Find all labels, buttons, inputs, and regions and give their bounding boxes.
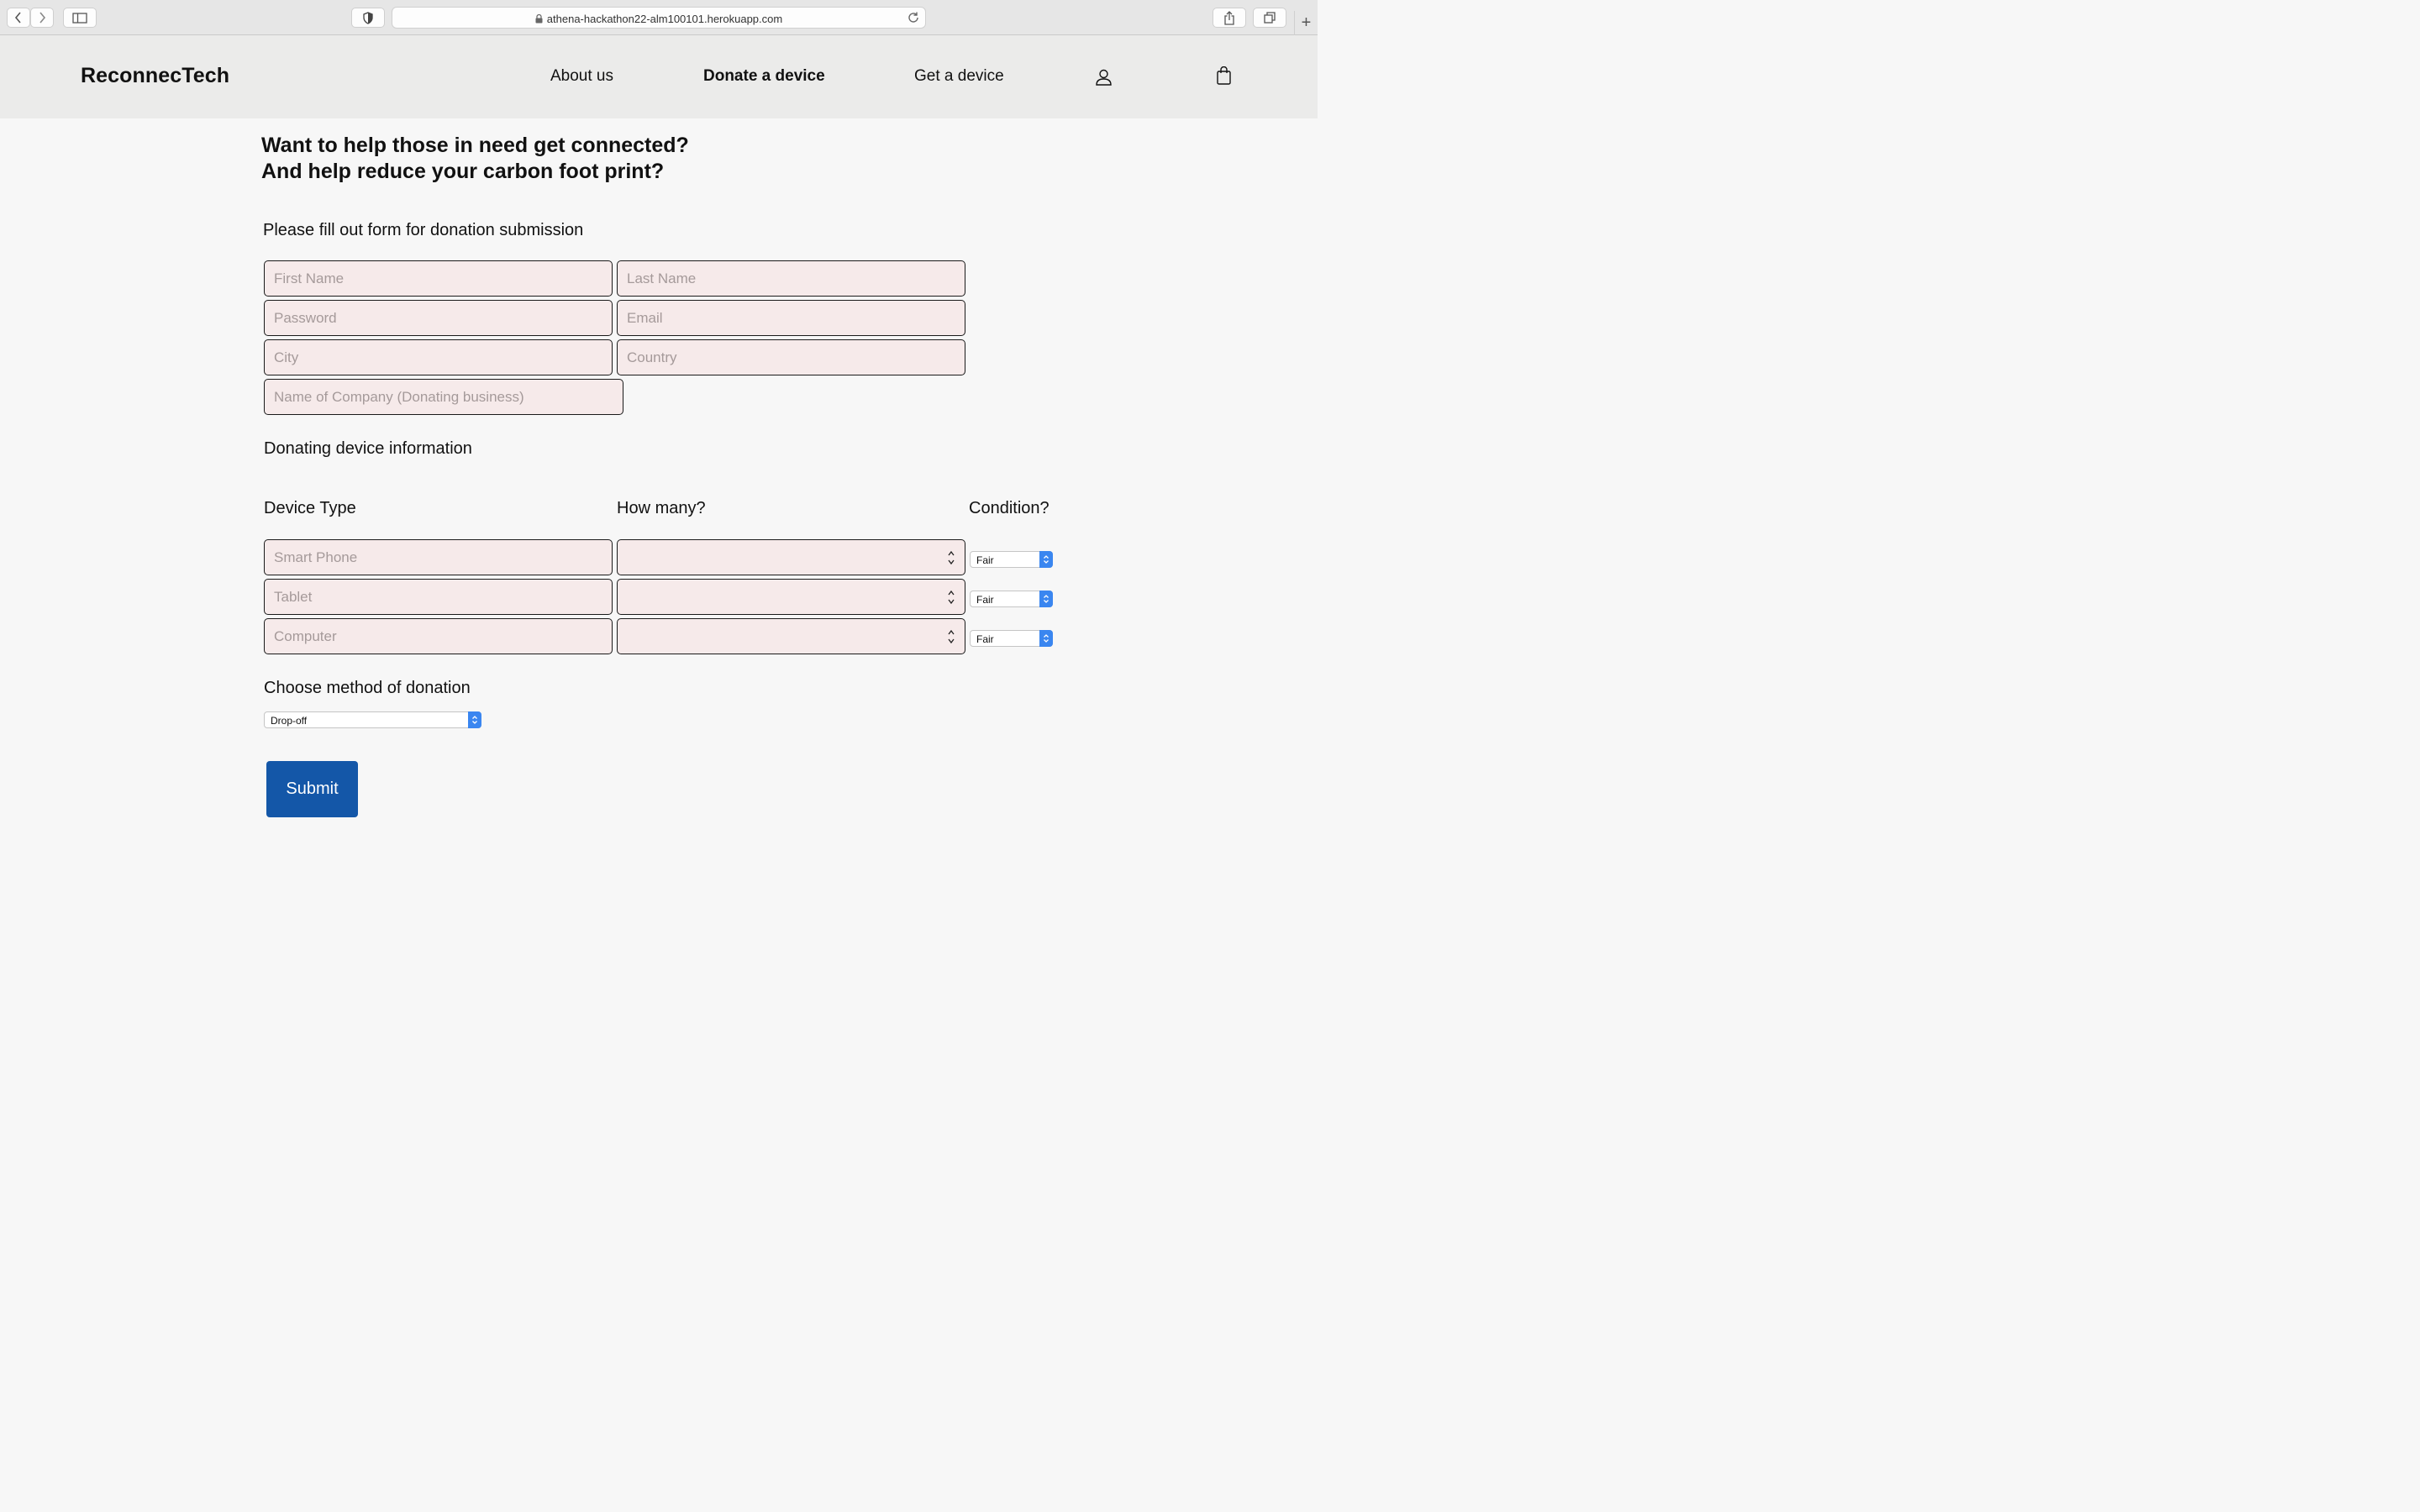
smartphone-condition-select[interactable]: Fair [970, 551, 1053, 568]
url-text: athena-hackathon22-alm100101.herokuapp.c… [546, 13, 783, 25]
tabs-icon [1264, 12, 1276, 24]
new-tab-button[interactable]: + [1294, 11, 1318, 35]
device-type-computer-field[interactable] [264, 618, 613, 654]
lock-icon [535, 14, 543, 24]
nav-donate-device[interactable]: Donate a device [703, 67, 825, 86]
shopping-bag-icon[interactable] [1217, 66, 1231, 85]
computer-condition-select[interactable]: Fair [970, 630, 1053, 647]
browser-toolbar: athena-hackathon22-alm100101.herokuapp.c… [0, 0, 1318, 35]
address-bar[interactable]: athena-hackathon22-alm100101.herokuapp.c… [392, 7, 926, 29]
device-type-smartphone-field[interactable] [264, 539, 613, 575]
donation-method-select[interactable]: Drop-off [264, 711, 481, 728]
hero-heading: Want to help those in need get connected… [261, 133, 689, 185]
condition-value: Fair [976, 633, 994, 645]
donation-method-value: Drop-off [271, 715, 308, 727]
site-header: ReconnecTech About us Donate a device Ge… [0, 35, 1318, 118]
privacy-report-button[interactable] [351, 8, 385, 28]
nav-about-us[interactable]: About us [550, 67, 613, 86]
form-intro: Please fill out form for donation submis… [263, 221, 584, 239]
condition-header: Condition? [969, 499, 1050, 517]
first-name-field[interactable] [264, 260, 613, 297]
condition-value: Fair [976, 594, 994, 606]
donation-method-title: Choose method of donation [264, 679, 471, 697]
back-button[interactable] [7, 8, 30, 28]
sidebar-toggle-button[interactable] [63, 8, 97, 28]
password-field[interactable] [264, 300, 613, 336]
stepper-arrows-icon[interactable] [948, 629, 955, 644]
select-arrows-icon [1039, 551, 1053, 568]
chevron-right-icon [39, 12, 46, 24]
shield-icon [363, 11, 373, 24]
company-name-field[interactable] [264, 379, 623, 415]
hero-line-2: And help reduce your carbon foot print? [261, 160, 665, 183]
device-section-title: Donating device information [264, 439, 472, 458]
share-button[interactable] [1213, 8, 1246, 28]
select-arrows-icon [468, 711, 481, 728]
user-icon[interactable] [1096, 69, 1112, 86]
reload-icon[interactable] [907, 11, 920, 24]
smartphone-quantity-stepper[interactable] [617, 539, 965, 575]
share-icon [1224, 10, 1234, 25]
brand-logo[interactable]: ReconnecTech [81, 64, 229, 88]
submit-button[interactable]: Submit [266, 761, 358, 817]
select-arrows-icon [1039, 630, 1053, 647]
plus-icon: + [1301, 13, 1312, 32]
tablet-condition-select[interactable]: Fair [970, 591, 1053, 607]
city-field[interactable] [264, 339, 613, 375]
condition-value: Fair [976, 554, 994, 566]
hero-line-1: Want to help those in need get connected… [261, 134, 689, 157]
tablet-quantity-stepper[interactable] [617, 579, 965, 615]
sidebar-icon [72, 12, 87, 24]
email-field[interactable] [617, 300, 965, 336]
forward-button[interactable] [30, 8, 54, 28]
stepper-arrows-icon[interactable] [948, 550, 955, 565]
nav-get-device[interactable]: Get a device [914, 67, 1004, 86]
computer-quantity-stepper[interactable] [617, 618, 965, 654]
how-many-header: How many? [617, 499, 706, 517]
tab-overview-button[interactable] [1253, 8, 1286, 28]
device-type-tablet-field[interactable] [264, 579, 613, 615]
device-type-header: Device Type [264, 499, 356, 517]
stepper-arrows-icon[interactable] [948, 590, 955, 605]
country-field[interactable] [617, 339, 965, 375]
select-arrows-icon [1039, 591, 1053, 607]
chevron-left-icon [14, 12, 21, 24]
last-name-field[interactable] [617, 260, 965, 297]
